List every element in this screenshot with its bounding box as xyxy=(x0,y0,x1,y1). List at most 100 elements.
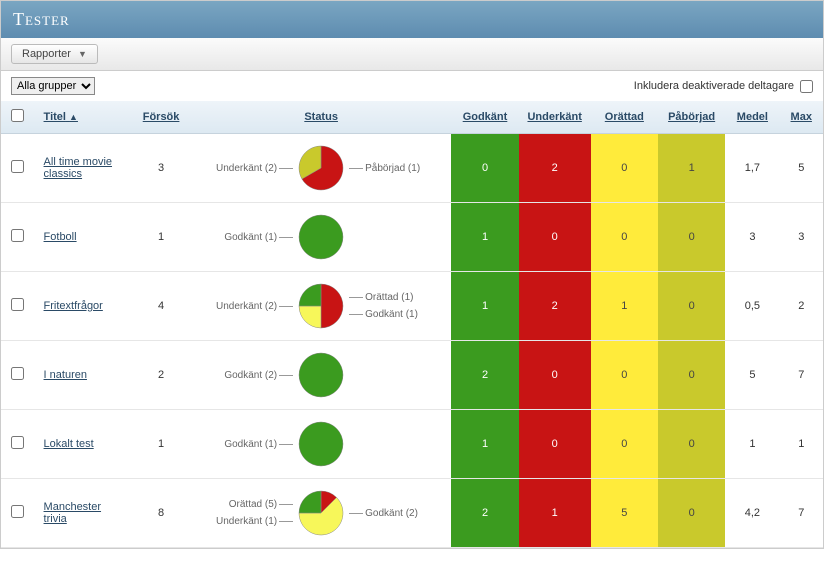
row-title-cell: Manchester trivia xyxy=(34,479,132,548)
row-status: Godkänt (1) xyxy=(191,203,451,272)
chevron-down-icon: ▼ xyxy=(78,49,87,59)
row-checkbox[interactable] xyxy=(11,367,24,380)
row-status: Orättad (5)Underkänt (1) Godkänt (2) xyxy=(191,479,451,548)
row-checkbox-cell xyxy=(1,203,34,272)
row-title-link[interactable]: Manchester trivia xyxy=(44,501,101,525)
row-status: Godkänt (1) xyxy=(191,410,451,479)
pie-chart: Underkänt (2) Påbörjad (1) xyxy=(197,144,445,192)
toolbar: Rapporter ▼ xyxy=(1,38,823,71)
col-orattad[interactable]: Orättad xyxy=(591,101,658,134)
row-status: Underkänt (2) Påbörjad (1) xyxy=(191,134,451,203)
row-max: 2 xyxy=(780,272,823,341)
table-row: Fotboll 1 Godkänt (1) 1 0 0 0 3 3 xyxy=(1,203,823,272)
row-paborjad: 0 xyxy=(658,341,725,410)
pie-chart: Orättad (5)Underkänt (1) Godkänt (2) xyxy=(197,489,445,537)
row-underkant: 0 xyxy=(519,410,591,479)
row-forsok: 4 xyxy=(131,272,191,341)
row-orattad: 0 xyxy=(591,203,658,272)
col-status[interactable]: Status xyxy=(191,101,451,134)
row-godkant: 2 xyxy=(451,479,518,548)
row-paborjad: 0 xyxy=(658,272,725,341)
row-paborjad: 0 xyxy=(658,203,725,272)
row-medel: 4,2 xyxy=(725,479,779,548)
row-checkbox-cell xyxy=(1,410,34,479)
col-forsok[interactable]: Försök xyxy=(131,101,191,134)
table-row: All time movie classics 3 Underkänt (2) … xyxy=(1,134,823,203)
group-select[interactable]: Alla grupper xyxy=(11,77,95,95)
row-checkbox-cell xyxy=(1,134,34,203)
row-title-link[interactable]: Fritextfrågor xyxy=(44,300,103,312)
row-max: 5 xyxy=(780,134,823,203)
row-medel: 1,7 xyxy=(725,134,779,203)
row-status: Underkänt (2) Orättad (1)Godkänt (1) xyxy=(191,272,451,341)
row-checkbox[interactable] xyxy=(11,160,24,173)
pie-chart: Underkänt (2) Orättad (1)Godkänt (1) xyxy=(197,282,445,330)
sort-asc-icon: ▲ xyxy=(69,112,78,122)
row-forsok: 1 xyxy=(131,203,191,272)
include-deactivated-label[interactable]: Inkludera deaktiverade deltagare xyxy=(634,80,813,93)
row-orattad: 0 xyxy=(591,134,658,203)
col-max-link[interactable]: Max xyxy=(791,111,812,123)
row-checkbox[interactable] xyxy=(11,229,24,242)
row-forsok: 2 xyxy=(131,341,191,410)
row-checkbox-cell xyxy=(1,341,34,410)
row-underkant: 2 xyxy=(519,134,591,203)
col-forsok-link[interactable]: Försök xyxy=(143,111,180,123)
row-orattad: 5 xyxy=(591,479,658,548)
col-paborjad[interactable]: Påbörjad xyxy=(658,101,725,134)
table-row: I naturen 2 Godkänt (2) 2 0 0 0 5 7 xyxy=(1,341,823,410)
pie-chart: Godkänt (1) xyxy=(197,213,445,261)
row-orattad: 0 xyxy=(591,341,658,410)
page-title: Tester xyxy=(1,1,823,38)
row-orattad: 1 xyxy=(591,272,658,341)
row-underkant: 1 xyxy=(519,479,591,548)
rapporter-button[interactable]: Rapporter ▼ xyxy=(11,44,98,64)
row-max: 7 xyxy=(780,341,823,410)
row-godkant: 1 xyxy=(451,410,518,479)
col-title-link[interactable]: Titel ▲ xyxy=(44,111,78,123)
row-underkant: 2 xyxy=(519,272,591,341)
row-medel: 1 xyxy=(725,410,779,479)
col-medel-link[interactable]: Medel xyxy=(737,111,768,123)
row-checkbox-cell xyxy=(1,479,34,548)
row-checkbox[interactable] xyxy=(11,298,24,311)
col-medel[interactable]: Medel xyxy=(725,101,779,134)
row-godkant: 1 xyxy=(451,272,518,341)
select-all-checkbox[interactable] xyxy=(11,109,24,122)
filter-bar: Alla grupper Inkludera deaktiverade delt… xyxy=(1,71,823,101)
col-paborjad-link[interactable]: Påbörjad xyxy=(668,111,715,123)
row-title-link[interactable]: All time movie classics xyxy=(44,156,112,180)
row-status: Godkänt (2) xyxy=(191,341,451,410)
row-medel: 5 xyxy=(725,341,779,410)
col-underkant[interactable]: Underkänt xyxy=(519,101,591,134)
pie-chart: Godkänt (2) xyxy=(197,351,445,399)
row-title-cell: I naturen xyxy=(34,341,132,410)
row-title-cell: All time movie classics xyxy=(34,134,132,203)
row-forsok: 3 xyxy=(131,134,191,203)
col-orattad-link[interactable]: Orättad xyxy=(605,111,644,123)
row-forsok: 8 xyxy=(131,479,191,548)
col-status-link[interactable]: Status xyxy=(304,111,338,123)
row-godkant: 2 xyxy=(451,341,518,410)
row-medel: 0,5 xyxy=(725,272,779,341)
table-row: Manchester trivia 8 Orättad (5)Underkänt… xyxy=(1,479,823,548)
col-godkant[interactable]: Godkänt xyxy=(451,101,518,134)
row-title-link[interactable]: I naturen xyxy=(44,369,87,381)
row-title-link[interactable]: Fotboll xyxy=(44,231,77,243)
row-checkbox[interactable] xyxy=(11,436,24,449)
row-title-link[interactable]: Lokalt test xyxy=(44,438,94,450)
row-paborjad: 0 xyxy=(658,410,725,479)
row-forsok: 1 xyxy=(131,410,191,479)
col-title-text: Titel xyxy=(44,111,66,123)
include-deactivated-checkbox[interactable] xyxy=(800,80,813,93)
row-checkbox[interactable] xyxy=(11,505,24,518)
include-deactivated-text: Inkludera deaktiverade deltagare xyxy=(634,80,794,92)
col-underkant-link[interactable]: Underkänt xyxy=(527,111,581,123)
col-title[interactable]: Titel ▲ xyxy=(34,101,132,134)
row-medel: 3 xyxy=(725,203,779,272)
col-max[interactable]: Max xyxy=(780,101,823,134)
row-max: 7 xyxy=(780,479,823,548)
row-orattad: 0 xyxy=(591,410,658,479)
row-paborjad: 1 xyxy=(658,134,725,203)
col-godkant-link[interactable]: Godkänt xyxy=(463,111,508,123)
